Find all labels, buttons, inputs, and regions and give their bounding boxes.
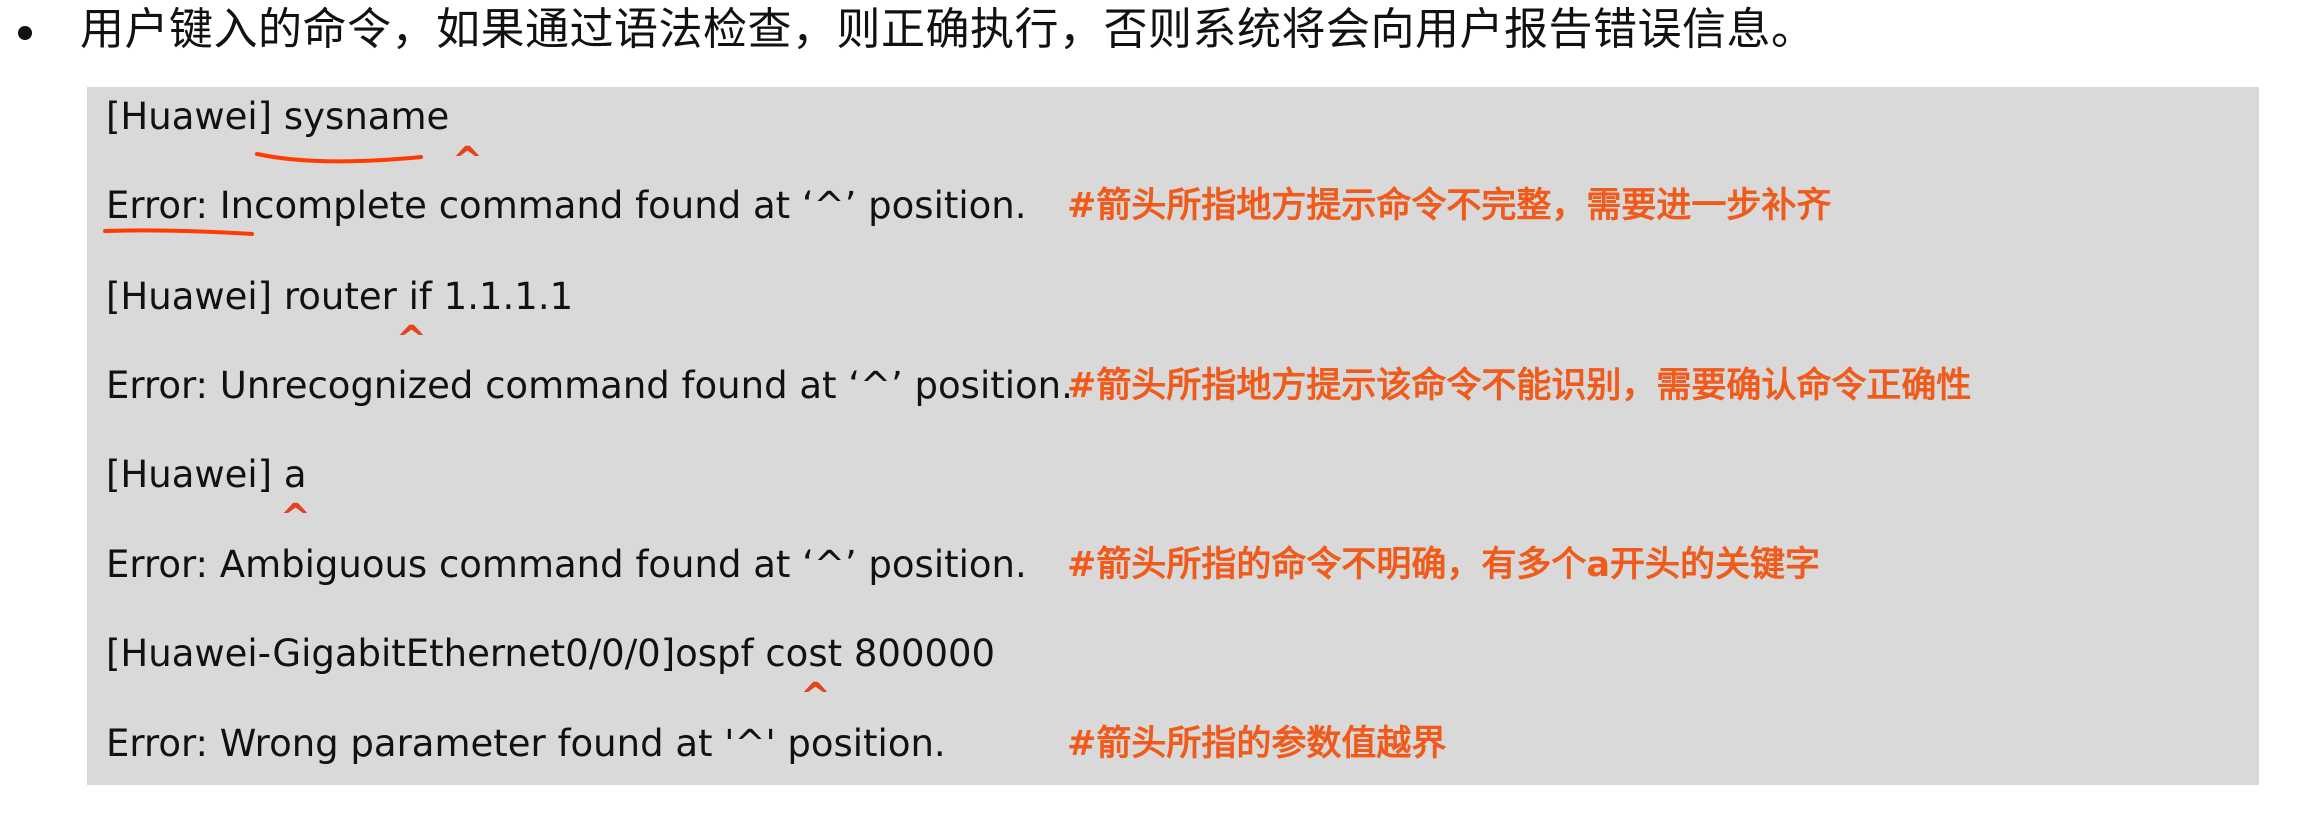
cli-comment-3: #箭头所指的命令不明确，有多个a开头的关键字 <box>1067 545 1820 585</box>
cli-command-3: [Huawei] a <box>106 453 307 496</box>
cli-comment-1: #箭头所指地方提示命令不完整，需要进一步补齐 <box>1067 186 1832 226</box>
cli-error-3: Error: Ambiguous command found at ‘^’ po… <box>106 543 1027 586</box>
caret-marker-3: ^ <box>280 496 312 539</box>
intro-bullet: 用户键入的命令，如果通过语法检查，则正确执行，否则系统将会向用户报告错误信息。 <box>18 0 1816 60</box>
cli-command-4: [Huawei-GigabitEthernet0/0/0]ospf cost 8… <box>106 632 996 675</box>
cli-example-box: [Huawei] sysname ^ Error: Incomplete com… <box>87 87 2259 785</box>
underline-sysname <box>255 152 423 164</box>
cli-comment-2: #箭头所指地方提示该命令不能识别，需要确认命令正确性 <box>1067 366 1972 406</box>
intro-text: 用户键入的命令，如果通过语法检查，则正确执行，否则系统将会向用户报告错误信息。 <box>80 4 1816 55</box>
caret-marker-1: ^ <box>452 139 484 182</box>
cli-error-4: Error: Wrong parameter found at '^' posi… <box>106 722 946 765</box>
cli-error-1: Error: Incomplete command found at ‘^’ p… <box>106 184 1027 227</box>
cli-command-1: [Huawei] sysname <box>106 95 450 138</box>
caret-marker-4: ^ <box>800 675 832 718</box>
bullet-dot-icon <box>18 26 32 40</box>
cli-comment-4: #箭头所指的参数值越界 <box>1067 724 1447 764</box>
cli-command-2: [Huawei] router if 1.1.1.1 <box>106 275 574 318</box>
underline-error <box>103 228 254 236</box>
cli-error-2: Error: Unrecognized command found at ‘^’… <box>106 364 1073 407</box>
caret-marker-2: ^ <box>396 318 428 361</box>
